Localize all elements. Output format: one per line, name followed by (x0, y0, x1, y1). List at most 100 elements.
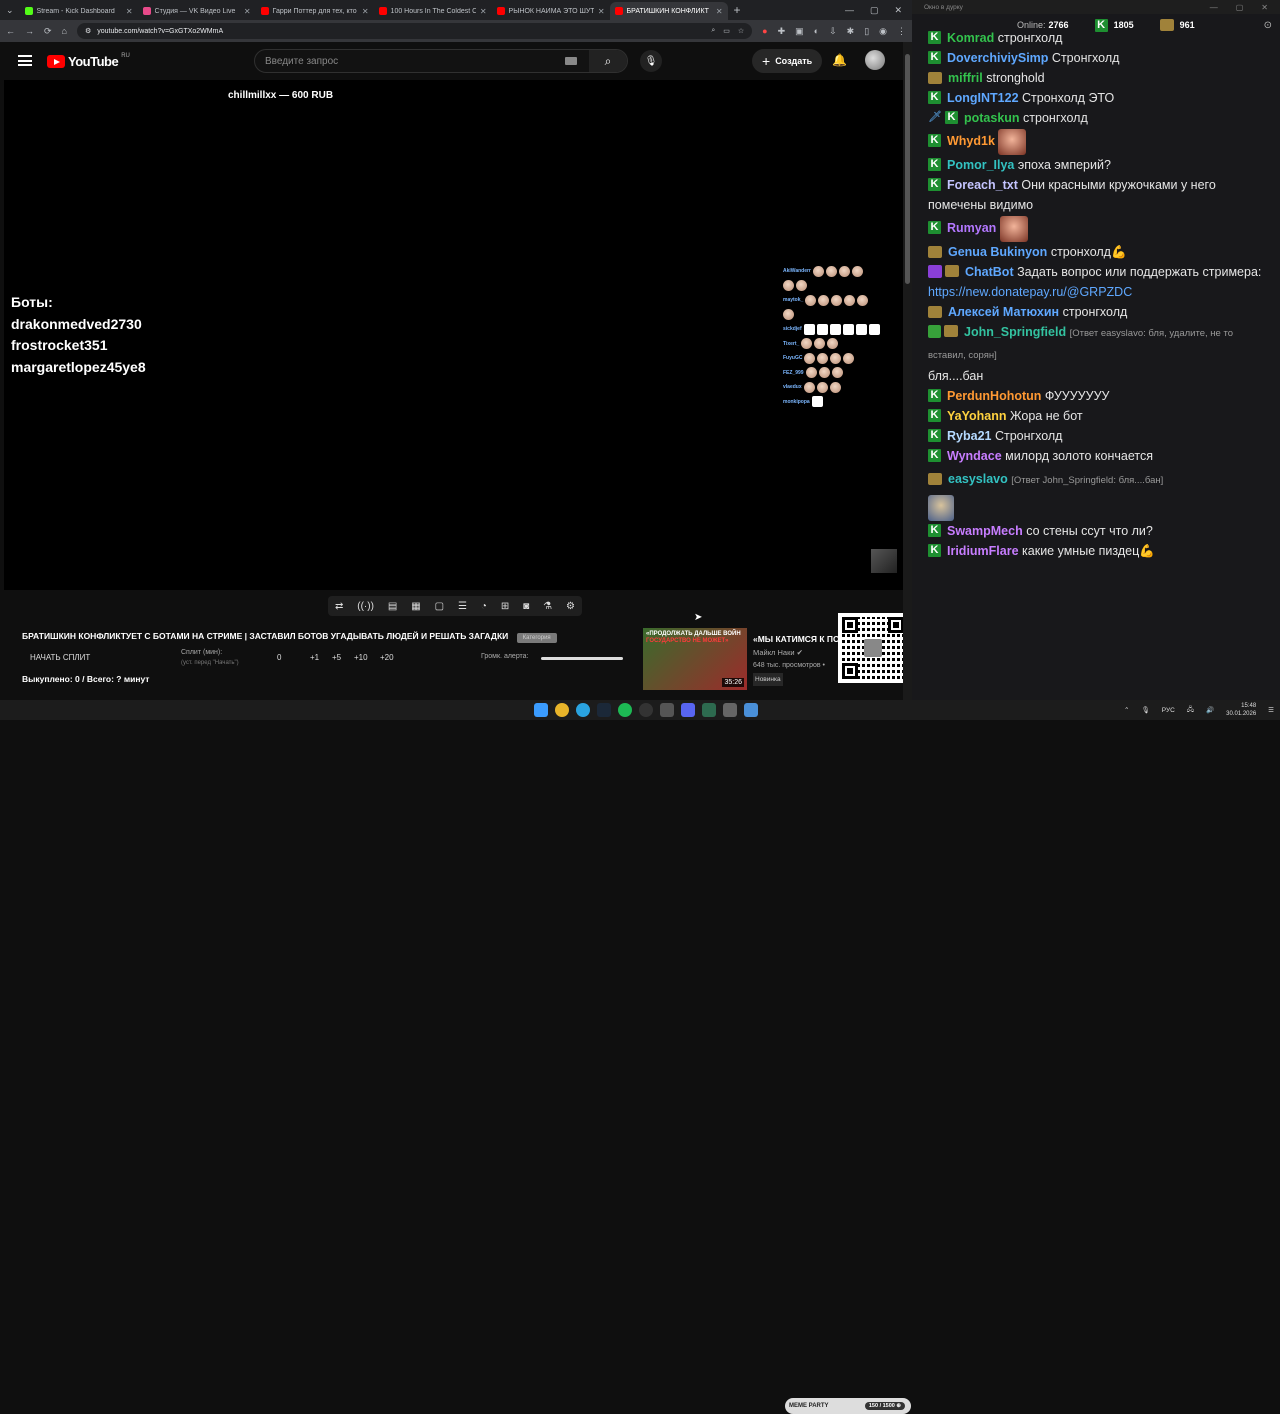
tab-close-icon[interactable]: ✕ (244, 7, 251, 16)
site-info-icon[interactable]: ⚙ (85, 27, 91, 35)
settings-gear-icon[interactable]: ⚙ (566, 601, 575, 612)
step-plus-5-button[interactable]: +5 (332, 653, 341, 662)
chat-username[interactable]: IridiumFlare (947, 544, 1019, 558)
maximize-icon[interactable]: ▢ (870, 5, 879, 16)
start-split-button[interactable]: НАЧАТЬ СПЛИТ (30, 653, 90, 662)
clock[interactable]: 15:48 30.01.2026 (1226, 702, 1256, 718)
speed-icon[interactable]: ◔ (481, 601, 487, 612)
bookmark-star-icon[interactable]: ☆ (738, 27, 744, 35)
maximize-icon[interactable]: ▢ (1236, 3, 1244, 12)
broadcast-icon[interactable]: ((·)) (357, 601, 374, 612)
step-plus-20-button[interactable]: +20 (380, 653, 394, 662)
alert-volume-slider[interactable] (541, 657, 623, 660)
loop-icon[interactable]: ⇄ (335, 601, 343, 612)
language-indicator[interactable]: РУС (1162, 707, 1175, 714)
camera-icon[interactable]: ◙ (523, 601, 529, 612)
scrollbar-thumb[interactable] (905, 54, 910, 284)
tab-close-icon[interactable]: ✕ (126, 7, 133, 16)
app-icon-2[interactable] (702, 703, 716, 717)
chat-username[interactable]: Foreach_txt (947, 178, 1018, 192)
avatar[interactable] (865, 50, 885, 70)
search-input[interactable] (255, 55, 565, 67)
category-tag[interactable]: Категория (516, 633, 557, 643)
cast-icon[interactable]: ▭ (723, 27, 730, 35)
browser-tab[interactable]: Гарри Поттер для тех, кто вы ✕ (256, 2, 374, 20)
page-scrollbar[interactable] (903, 42, 912, 700)
extension-icon[interactable]: ✚ (778, 26, 786, 37)
steam-icon[interactable] (597, 703, 611, 717)
sidebar-icon[interactable]: ▯ (864, 26, 869, 37)
chat-username[interactable]: Wyndace (947, 449, 1002, 463)
chat-username[interactable]: SwampMech (947, 524, 1023, 538)
download-icon[interactable]: ⇩ (829, 26, 837, 37)
tab-close-icon[interactable]: ✕ (598, 7, 605, 16)
chat-username[interactable]: LongINT122 (947, 91, 1019, 105)
home-icon[interactable]: ⌂ (62, 26, 67, 36)
extension-icon-3[interactable]: ◐ (814, 26, 819, 37)
new-tab-icon[interactable]: + (728, 3, 747, 17)
chat-username[interactable]: Komrad (947, 31, 994, 45)
playlist-icon[interactable]: ☰ (458, 601, 467, 612)
telegram-icon[interactable] (576, 703, 590, 717)
chat-username[interactable]: Pomor_Ilya (947, 158, 1014, 172)
chat-username[interactable]: Ryba21 (947, 429, 991, 443)
menu-dots-icon[interactable]: ⋮ (897, 26, 906, 37)
extension-icon-2[interactable]: ▣ (795, 26, 804, 37)
step-plus-10-button[interactable]: +10 (354, 653, 368, 662)
notifications-icon[interactable]: ☰ (1268, 706, 1274, 714)
profile-icon[interactable]: ◉ (879, 26, 887, 37)
spotify-icon[interactable] (618, 703, 632, 717)
browser-tab[interactable]: 100 Hours In The Coldest City ✕ (374, 2, 492, 20)
minimize-icon[interactable]: — (845, 5, 854, 16)
extensions-icon[interactable]: ✱ (847, 26, 855, 37)
browser-tab[interactable]: РЫНОК НАЙМА ЭТО ШУТКА ✕ (492, 2, 610, 20)
youtube-logo[interactable]: YouTube RU (47, 53, 130, 69)
voice-search-button[interactable]: 🎙 (640, 50, 662, 72)
subtitles-icon[interactable]: ▤ (388, 601, 397, 612)
chat-username[interactable]: Rumyan (947, 221, 996, 235)
windows-start-icon[interactable] (534, 703, 548, 717)
recommended-thumbnail[interactable]: «ПРОДОЛЖАТЬ ДАЛЬШЕ ВОЙН ГОСУДАРСТВО НЕ М… (643, 628, 747, 690)
meme-party-widget[interactable]: MEME PARTY 150 / 1500 ⊕ (785, 1398, 911, 1414)
close-icon[interactable]: ✕ (1261, 3, 1268, 12)
chat-username[interactable]: DoverchiviySimp (947, 51, 1048, 65)
chat-username[interactable]: John_Springfield (964, 325, 1066, 339)
flask-icon[interactable]: ⚗ (543, 601, 552, 612)
forward-icon[interactable]: → (25, 26, 34, 36)
chrome-icon[interactable] (555, 703, 569, 717)
tab-close-icon[interactable]: ✕ (716, 7, 723, 16)
app-icon-4[interactable] (744, 703, 758, 717)
chat-username[interactable]: PerdunHohotun (947, 389, 1041, 403)
recommended-info[interactable]: «МЫ КАТИМСЯ К ПОРАЖЕНИЮ В ВОЙ Майкл Наки… (753, 633, 843, 686)
create-button[interactable]: + Создать (752, 49, 823, 73)
picture-in-picture-icon[interactable]: ▢ (435, 601, 444, 612)
close-icon[interactable]: ✕ (894, 5, 902, 16)
browser-tab[interactable]: БРАТИШКИН КОНФЛИКТ ✕ (609, 2, 728, 20)
network-icon[interactable]: 🖧 (1187, 705, 1194, 716)
record-icon[interactable]: ● (762, 26, 767, 37)
chat-username[interactable]: easyslavo (948, 472, 1008, 486)
tab-close-icon[interactable]: ✕ (362, 7, 369, 16)
minimize-icon[interactable]: — (1210, 3, 1218, 12)
url-field[interactable]: ⚙ youtube.com/watch?v=GxGTXo2WMmA ⌕ ▭ ☆ (76, 23, 753, 39)
chat-username[interactable]: Алексей Матюхин (948, 305, 1059, 319)
app-icon[interactable] (660, 703, 674, 717)
hamburger-menu-icon[interactable] (18, 55, 32, 66)
obs-icon[interactable] (639, 703, 653, 717)
chat-username[interactable]: ChatBot (965, 265, 1014, 279)
reload-icon[interactable]: ⟳ (44, 26, 52, 37)
keyboard-icon[interactable] (565, 57, 577, 65)
notifications-bell-icon[interactable]: 🔔 (832, 53, 847, 67)
chat-username[interactable]: Whyd1k (947, 134, 995, 148)
chat-username[interactable]: potaskun (964, 111, 1020, 125)
search-button[interactable]: ⌕ (589, 50, 627, 72)
discord-icon[interactable] (681, 703, 695, 717)
app-icon-3[interactable] (723, 703, 737, 717)
step-plus-1-button[interactable]: +1 (310, 653, 319, 662)
film-icon[interactable]: ▦ (411, 601, 420, 612)
chat-username[interactable]: miffril (948, 71, 983, 85)
chat-username[interactable]: Genua Bukinyon (948, 245, 1047, 259)
back-icon[interactable]: ← (6, 26, 15, 36)
tab-search-icon[interactable]: ⌄ (0, 5, 20, 16)
chat-username[interactable]: YaYohann (947, 409, 1007, 423)
